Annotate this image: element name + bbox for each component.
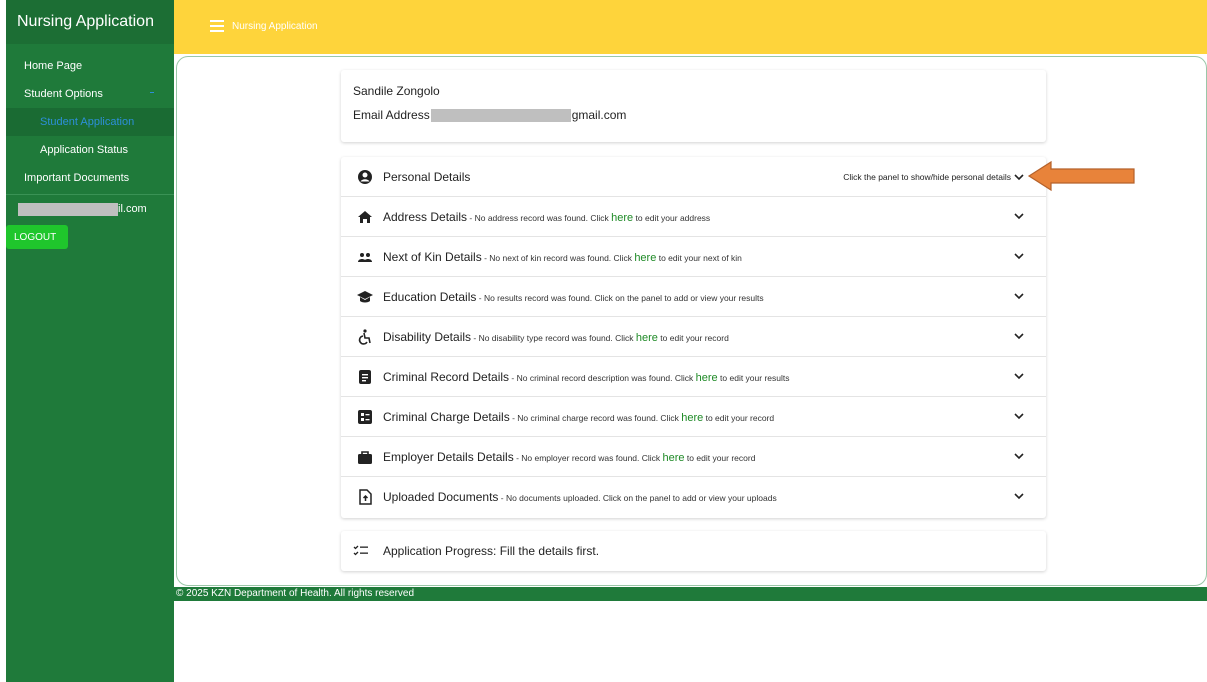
- email-label: Email Address: [353, 108, 430, 122]
- briefcase-icon: [358, 451, 372, 464]
- user-circle-icon: [358, 170, 372, 184]
- hint-text: Click the panel to show/hide personal de…: [843, 172, 1011, 182]
- sidebar-item-student-application[interactable]: Student Application: [6, 108, 174, 136]
- sidebar-item-home[interactable]: Home Page: [6, 52, 174, 80]
- chevron-down-icon: [1014, 333, 1024, 340]
- panel-label: Address Details - No address record was …: [383, 210, 710, 224]
- panel-description: - No employer record was found. Click: [513, 453, 663, 463]
- panel-description: - No disability type record was found. C…: [471, 333, 636, 343]
- chevron-down-icon: [1014, 493, 1024, 500]
- panel-description: - No address record was found. Click: [467, 213, 612, 223]
- panel-description: - No next of kin record was found. Click: [481, 253, 635, 263]
- edit-criminal-charge-link[interactable]: here: [681, 412, 703, 424]
- edit-criminal-record-link[interactable]: here: [696, 372, 718, 384]
- sidebar: Nursing Application Home Page Student Op…: [6, 0, 174, 682]
- user-info-card: Sandile Zongolo Email Address gmail.com: [341, 70, 1046, 142]
- details-accordion: Personal Details Click the panel to show…: [341, 157, 1046, 518]
- top-app-bar: Nursing Application: [174, 0, 1207, 54]
- list-icon: [358, 410, 372, 424]
- sidebar-user-email: il.com: [6, 197, 174, 221]
- panel-title: Employer Details Details: [383, 450, 514, 464]
- panel-title: Disability Details: [383, 330, 472, 344]
- user-name: Sandile Zongolo: [353, 84, 440, 98]
- chevron-down-icon: [1014, 253, 1024, 260]
- panel-label: Next of Kin Details - No next of kin rec…: [383, 250, 742, 264]
- graduation-cap-icon: [357, 291, 373, 303]
- edit-next-of-kin-link[interactable]: here: [634, 252, 656, 264]
- document-icon: [359, 370, 371, 384]
- panel-uploaded-documents[interactable]: Uploaded Documents - No documents upload…: [341, 477, 1046, 517]
- chevron-down-icon: [1014, 174, 1024, 181]
- email-suffix: gmail.com: [571, 108, 627, 122]
- panel-description-end: to edit your record: [657, 333, 729, 343]
- panel-title: Criminal Record Details: [383, 370, 510, 384]
- panel-label: Criminal Charge Details - No criminal ch…: [383, 410, 774, 424]
- edit-employer-link[interactable]: here: [663, 452, 685, 464]
- wheelchair-icon: [358, 329, 371, 345]
- panel-description-end: to edit your address: [633, 213, 711, 223]
- redacted-mask: [430, 108, 571, 122]
- email-suffix: il.com: [118, 203, 147, 215]
- panel-title: Personal Details: [383, 170, 471, 184]
- sidebar-divider: [6, 194, 174, 195]
- chevron-down-icon: [1014, 413, 1024, 420]
- edit-disability-link[interactable]: here: [636, 332, 658, 344]
- panel-hint: Click the panel to show/hide personal de…: [843, 172, 1024, 182]
- panel-next-of-kin-details[interactable]: Next of Kin Details - No next of kin rec…: [341, 237, 1046, 277]
- panel-title: Uploaded Documents: [383, 490, 499, 504]
- panel-criminal-charge-details[interactable]: Criminal Charge Details - No criminal ch…: [341, 397, 1046, 437]
- panel-description: - No documents uploaded. Click on the pa…: [498, 493, 777, 503]
- sidebar-item-student-options[interactable]: Student Options: [6, 80, 174, 108]
- chevron-down-icon: [1014, 373, 1024, 380]
- application-progress-label: Application Progress: Fill the details f…: [383, 544, 600, 558]
- footer: © 2025 KZN Department of Health. All rig…: [174, 587, 1207, 601]
- panel-description-end: to edit your results: [717, 373, 790, 383]
- home-icon: [358, 211, 372, 223]
- sidebar-item-important-documents[interactable]: Important Documents: [6, 164, 174, 192]
- people-icon: [358, 253, 372, 262]
- checklist-icon: [353, 545, 368, 556]
- panel-label: Disability Details - No disability type …: [383, 330, 729, 344]
- chevron-down-icon: [1014, 293, 1024, 300]
- edit-address-link[interactable]: here: [611, 212, 633, 224]
- sidebar-item-label: Student Options: [24, 88, 103, 100]
- panel-description: - No results record was found. Click on …: [476, 293, 764, 303]
- caret-icon: [150, 92, 154, 93]
- panel-disability-details[interactable]: Disability Details - No disability type …: [341, 317, 1046, 357]
- panel-description: - No criminal record description was fou…: [509, 373, 696, 383]
- panel-employer-details[interactable]: Employer Details Details - No employer r…: [341, 437, 1046, 477]
- sidebar-item-application-status[interactable]: Application Status: [6, 136, 174, 164]
- panel-title: Next of Kin Details: [383, 250, 482, 264]
- app-bar-title: Nursing Application: [232, 21, 318, 32]
- chevron-down-icon: [1014, 453, 1024, 460]
- panel-description-end: to edit your record: [684, 453, 756, 463]
- panel-title: Address Details: [383, 210, 468, 224]
- panel-label: Uploaded Documents - No documents upload…: [383, 490, 777, 504]
- panel-address-details[interactable]: Address Details - No address record was …: [341, 197, 1046, 237]
- sidebar-brand: Nursing Application: [6, 0, 174, 44]
- panel-description-end: to edit your record: [703, 413, 775, 423]
- hamburger-menu-icon[interactable]: [210, 20, 224, 32]
- upload-file-icon: [359, 489, 372, 505]
- user-email: Email Address gmail.com: [353, 108, 626, 122]
- panel-title: Criminal Charge Details: [383, 410, 510, 424]
- panel-label: Criminal Record Details - No criminal re…: [383, 370, 789, 384]
- redacted-mask: [18, 202, 118, 216]
- logout-button[interactable]: LOGOUT: [6, 225, 68, 249]
- sidebar-nav: Home Page Student Options Student Applic…: [6, 44, 174, 249]
- panel-education-details[interactable]: Education Details - No results record wa…: [341, 277, 1046, 317]
- panel-personal-details[interactable]: Personal Details Click the panel to show…: [341, 157, 1046, 197]
- panel-title: Education Details: [383, 290, 477, 304]
- panel-description-end: to edit your next of kin: [656, 253, 742, 263]
- orange-arrow-annotation: [1027, 160, 1135, 192]
- panel-criminal-record-details[interactable]: Criminal Record Details - No criminal re…: [341, 357, 1046, 397]
- chevron-down-icon: [1014, 213, 1024, 220]
- panel-label: Employer Details Details - No employer r…: [383, 450, 755, 464]
- application-progress-card: Application Progress: Fill the details f…: [341, 531, 1046, 571]
- panel-description: - No criminal charge record was found. C…: [509, 413, 682, 423]
- panel-label: Education Details - No results record wa…: [383, 290, 764, 304]
